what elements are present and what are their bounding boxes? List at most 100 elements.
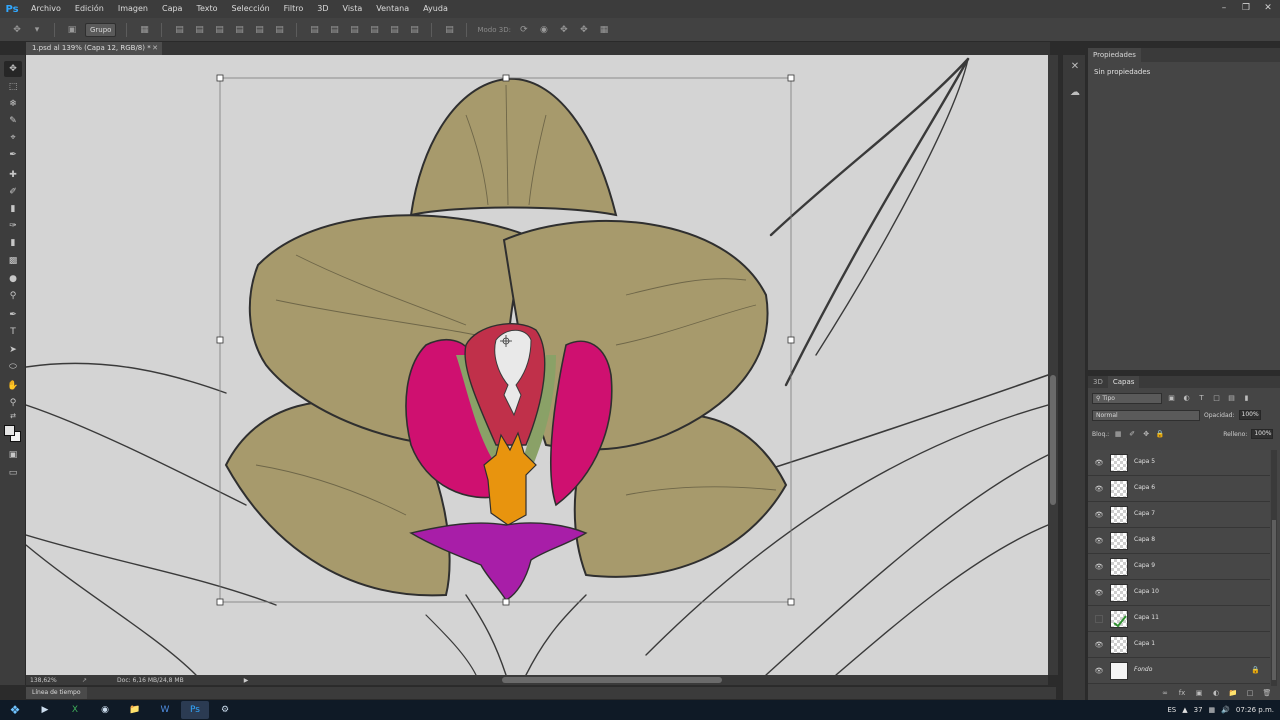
menu-archivo[interactable]: Archivo xyxy=(24,0,68,18)
transform-controls-icon[interactable]: ▦ xyxy=(137,23,151,37)
media-player-icon[interactable]: ▶ xyxy=(31,701,59,719)
transform-handle[interactable] xyxy=(787,74,795,82)
menu-3d[interactable]: 3D xyxy=(310,0,335,18)
filter-smart-object-icon[interactable]: ▤ xyxy=(1226,393,1237,404)
align-hcenter-icon[interactable]: ▤ xyxy=(252,23,266,37)
clock[interactable]: 07:26 p.m. xyxy=(1236,706,1274,714)
layers-scroll-thumb[interactable] xyxy=(1272,520,1276,680)
new-layer-icon[interactable]: □ xyxy=(1245,688,1255,698)
network-icon[interactable]: ▦ xyxy=(1209,706,1216,714)
menu-capa[interactable]: Capa xyxy=(155,0,189,18)
close-icon[interactable]: ✕ xyxy=(1260,1,1276,15)
eye-icon[interactable]: 👁 xyxy=(1094,640,1104,650)
scale-3d-icon[interactable]: ▦ xyxy=(597,23,611,37)
chrome-icon[interactable]: ◉ xyxy=(91,701,119,719)
tab-3d[interactable]: 3D xyxy=(1088,376,1108,388)
layer-row[interactable]: 👁 Capa 6 xyxy=(1088,476,1270,502)
zoom-tool-icon[interactable]: ⚲ xyxy=(4,395,22,411)
play-icon[interactable]: ▶ xyxy=(244,677,249,684)
tray-expand-icon[interactable]: ▲ xyxy=(1182,706,1187,714)
drag-3d-icon[interactable]: ✥ xyxy=(557,23,571,37)
eye-icon[interactable]: 👁 xyxy=(1094,536,1104,546)
menu-ayuda[interactable]: Ayuda xyxy=(416,0,455,18)
document-tab[interactable]: 1.psd al 139% (Capa 12, RGB/8) * ✕ xyxy=(26,42,162,55)
minimize-icon[interactable]: – xyxy=(1216,1,1232,15)
close-icon[interactable]: ✕ xyxy=(152,42,158,55)
eye-icon[interactable]: 👁 xyxy=(1094,588,1104,598)
layer-row[interactable]: 👁 Capa 8 xyxy=(1088,528,1270,554)
ellipse-tool-icon[interactable]: ⬭ xyxy=(4,359,22,375)
new-group-icon[interactable]: 📁 xyxy=(1228,688,1238,698)
align-top-icon[interactable]: ▤ xyxy=(172,23,186,37)
align-bottom-icon[interactable]: ▤ xyxy=(212,23,226,37)
layer-row[interactable]: 👁 Capa 5 xyxy=(1088,450,1270,476)
distribute-bottom-icon[interactable]: ▤ xyxy=(347,23,361,37)
language-indicator[interactable]: ES xyxy=(1167,706,1176,714)
marquee-tool-icon[interactable]: ⬚ xyxy=(4,79,22,95)
blend-mode-dropdown[interactable]: Normal xyxy=(1092,409,1200,421)
dodge-tool-icon[interactable]: ⚲ xyxy=(4,288,22,304)
filter-shape-icon[interactable]: □ xyxy=(1211,393,1222,404)
photoshop-taskbar-icon[interactable]: Ps xyxy=(181,701,209,719)
layer-row[interactable]: 👁 Fondo 🔒 xyxy=(1088,658,1270,684)
3d-icon[interactable]: ☁ xyxy=(1067,85,1083,101)
excel-icon[interactable]: X xyxy=(61,701,89,719)
slide-3d-icon[interactable]: ✥ xyxy=(577,23,591,37)
app-taskbar-icon[interactable]: ⚙ xyxy=(211,701,239,719)
transform-handle[interactable] xyxy=(216,74,224,82)
type-tool-icon[interactable]: T xyxy=(4,324,22,340)
eye-icon[interactable]: 👁 xyxy=(1094,562,1104,572)
distribute-hcenter-icon[interactable]: ▤ xyxy=(387,23,401,37)
eyedropper-tool-icon[interactable]: ✒ xyxy=(4,147,22,163)
tools-preset-icon[interactable]: ✕ xyxy=(1067,59,1083,75)
layer-mask-icon[interactable]: ▣ xyxy=(1194,688,1204,698)
lock-all-icon[interactable]: 🔒 xyxy=(1155,429,1165,439)
screen-mode-icon[interactable]: ▭ xyxy=(4,465,22,481)
layer-style-icon[interactable]: fx xyxy=(1177,688,1187,698)
healing-brush-tool-icon[interactable]: ✚ xyxy=(4,167,22,183)
eye-icon[interactable]: 👁 xyxy=(1094,458,1104,468)
menu-edicion[interactable]: Edición xyxy=(68,0,111,18)
quick-mask-icon[interactable]: ▣ xyxy=(4,447,22,463)
transform-handle[interactable] xyxy=(216,336,224,344)
link-layers-icon[interactable]: ∞ xyxy=(1160,688,1170,698)
quick-select-tool-icon[interactable]: ✎ xyxy=(4,113,22,129)
vertical-scroll-thumb[interactable] xyxy=(1050,375,1056,505)
history-brush-tool-icon[interactable]: ✑ xyxy=(4,218,22,234)
foreground-color-swatch[interactable] xyxy=(4,425,15,436)
filter-toggle-icon[interactable]: ▮ xyxy=(1241,393,1252,404)
align-vcenter-icon[interactable]: ▤ xyxy=(192,23,206,37)
export-icon[interactable]: ↗ xyxy=(82,677,87,684)
menu-seleccion[interactable]: Selección xyxy=(225,0,277,18)
eye-icon[interactable]: 👁 xyxy=(1094,666,1104,676)
tab-layers[interactable]: Capas xyxy=(1107,376,1140,388)
distribute-top-icon[interactable]: ▤ xyxy=(307,23,321,37)
timeline-tab[interactable]: Línea de tiempo xyxy=(26,687,87,699)
path-selection-tool-icon[interactable]: ➤ xyxy=(4,342,22,358)
lock-position-icon[interactable]: ✥ xyxy=(1141,429,1151,439)
eye-icon[interactable]: 👁 xyxy=(1094,510,1104,520)
transform-handle[interactable] xyxy=(787,336,795,344)
restore-icon[interactable]: ❐ xyxy=(1238,1,1254,15)
auto-select-icon[interactable]: ▣ xyxy=(65,23,79,37)
brush-tool-icon[interactable]: ✐ xyxy=(4,184,22,200)
layer-row[interactable]: 👁 Capa 9 xyxy=(1088,554,1270,580)
adjustment-layer-icon[interactable]: ◐ xyxy=(1211,688,1221,698)
rotate-3d-icon[interactable]: ⟳ xyxy=(517,23,531,37)
lock-pixels-icon[interactable]: ✐ xyxy=(1127,429,1137,439)
filter-pixel-icon[interactable]: ▣ xyxy=(1166,393,1177,404)
blur-tool-icon[interactable]: ● xyxy=(4,271,22,287)
zoom-level[interactable]: 138,62% xyxy=(26,677,82,684)
hand-tool-icon[interactable]: ✋ xyxy=(4,378,22,394)
lasso-tool-icon[interactable]: ❄ xyxy=(4,96,22,112)
layers-scrollbar[interactable] xyxy=(1271,450,1277,686)
layer-row[interactable]: 👁 Capa 7 xyxy=(1088,502,1270,528)
eye-hidden-icon[interactable] xyxy=(1095,615,1103,623)
fill-input[interactable]: 100% xyxy=(1251,429,1274,439)
tab-properties[interactable]: Propiedades xyxy=(1088,48,1141,62)
layer-filter-dropdown[interactable]: ⚲ Tipo xyxy=(1092,392,1162,404)
layer-row[interactable]: 👁 Capa 10 xyxy=(1088,580,1270,606)
roll-3d-icon[interactable]: ◉ xyxy=(537,23,551,37)
menu-texto[interactable]: Texto xyxy=(189,0,224,18)
move-tool-icon[interactable]: ✥ xyxy=(4,61,22,77)
